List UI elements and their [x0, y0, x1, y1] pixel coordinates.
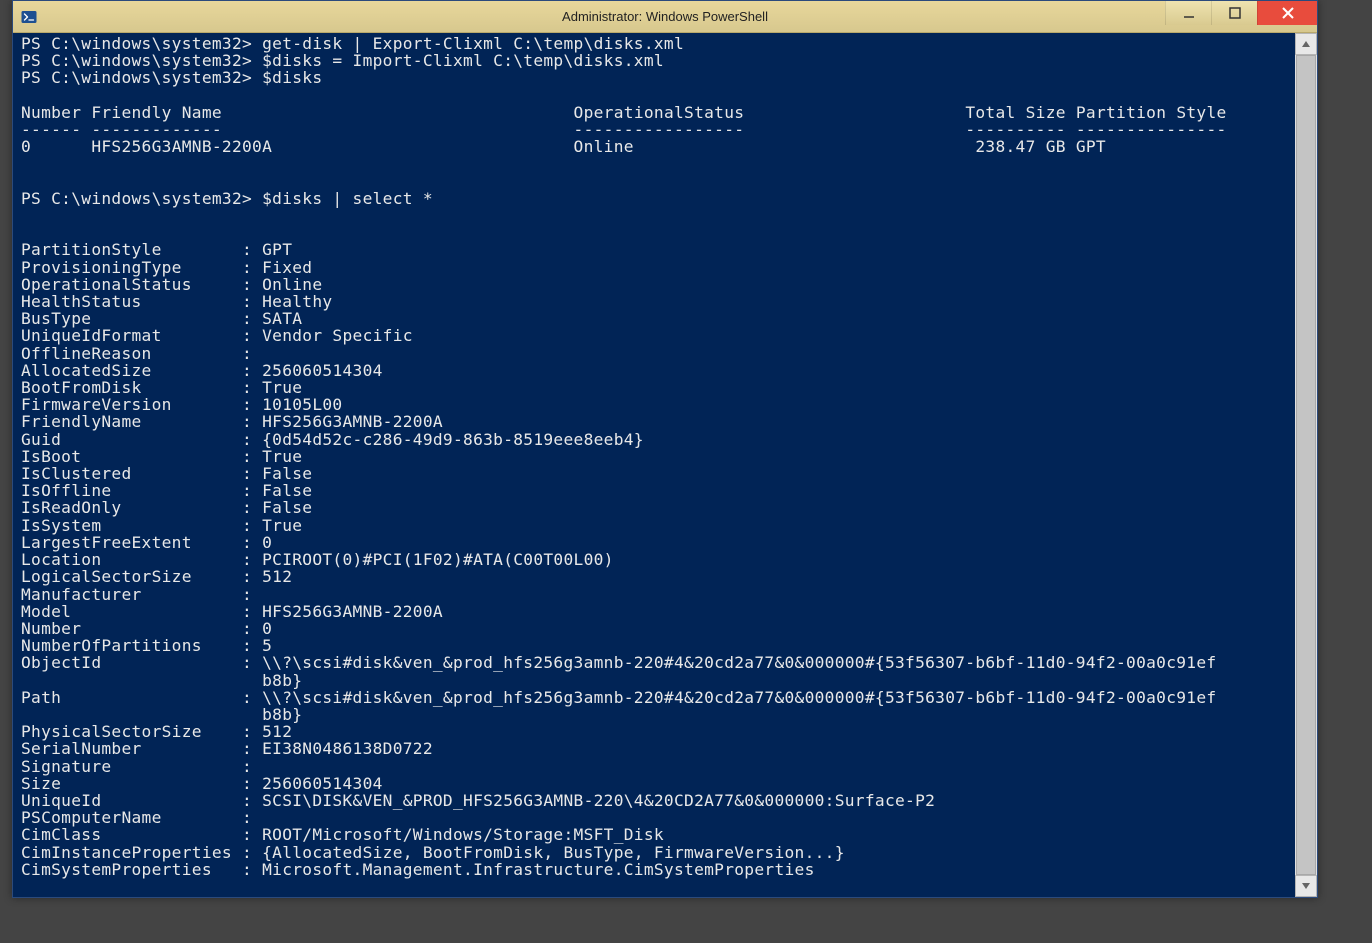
- property-line: NumberOfPartitions : 5: [21, 636, 272, 655]
- property-line: Number : 0: [21, 619, 272, 638]
- property-line: Path : \\?\scsi#disk&ven_&prod_hfs256g3a…: [21, 688, 1216, 707]
- property-line: PartitionStyle : GPT: [21, 240, 292, 259]
- scrollbar-track[interactable]: [1295, 55, 1317, 875]
- property-line: IsClustered : False: [21, 464, 312, 483]
- property-line: Size : 256060514304: [21, 774, 383, 793]
- property-line-continuation: b8b}: [21, 671, 302, 690]
- property-line: ProvisioningType : Fixed: [21, 258, 312, 277]
- property-line: Signature :: [21, 757, 252, 776]
- property-line: OperationalStatus : Online: [21, 275, 322, 294]
- table-row: 0 HFS256G3AMNB-2200A Online 238.47 GB GP…: [21, 137, 1106, 156]
- scroll-down-button[interactable]: [1295, 875, 1317, 897]
- window-controls: [1165, 1, 1317, 32]
- scroll-up-button[interactable]: [1295, 33, 1317, 55]
- property-line: Location : PCIROOT(0)#PCI(1F02)#ATA(C00T…: [21, 550, 614, 569]
- property-line: LargestFreeExtent : 0: [21, 533, 272, 552]
- property-line: FriendlyName : HFS256G3AMNB-2200A: [21, 412, 443, 431]
- prompt-line: PS C:\windows\system32> $disks = Import-…: [21, 51, 664, 70]
- property-line: Model : HFS256G3AMNB-2200A: [21, 602, 443, 621]
- property-line: PSComputerName :: [21, 808, 252, 827]
- minimize-button[interactable]: [1165, 1, 1211, 25]
- property-line: IsOffline : False: [21, 481, 312, 500]
- property-line: CimClass : ROOT/Microsoft/Windows/Storag…: [21, 825, 664, 844]
- property-line: AllocatedSize : 256060514304: [21, 361, 383, 380]
- vertical-scrollbar[interactable]: [1295, 33, 1317, 897]
- property-line: UniqueId : SCSI\DISK&VEN_&PROD_HFS256G3A…: [21, 791, 935, 810]
- prompt-line: PS C:\windows\system32> $disks: [21, 68, 322, 87]
- property-line: LogicalSectorSize : 512: [21, 567, 292, 586]
- property-line: Guid : {0d54d52c-c286-49d9-863b-8519eee8…: [21, 430, 644, 449]
- console-area: PS C:\windows\system32> get-disk | Expor…: [13, 33, 1317, 897]
- maximize-button[interactable]: [1211, 1, 1257, 25]
- property-line: SerialNumber : EI38N0486138D0722: [21, 739, 433, 758]
- property-line-continuation: b8b}: [21, 705, 302, 724]
- property-line: CimSystemProperties : Microsoft.Manageme…: [21, 860, 815, 879]
- powershell-window: Administrator: Windows PowerShell PS C:\…: [12, 0, 1318, 898]
- property-line: ObjectId : \\?\scsi#disk&ven_&prod_hfs25…: [21, 653, 1216, 672]
- property-line: HealthStatus : Healthy: [21, 292, 332, 311]
- console-output[interactable]: PS C:\windows\system32> get-disk | Expor…: [13, 33, 1295, 897]
- powershell-icon: [13, 1, 45, 33]
- prompt-line: PS C:\windows\system32> $disks | select …: [21, 189, 433, 208]
- titlebar[interactable]: Administrator: Windows PowerShell: [13, 1, 1317, 33]
- close-button[interactable]: [1257, 1, 1317, 25]
- property-line: IsReadOnly : False: [21, 498, 312, 517]
- table-dashes: ------ ------------- ----------------- -…: [21, 120, 1227, 139]
- property-line: Manufacturer :: [21, 585, 252, 604]
- property-line: IsSystem : True: [21, 516, 302, 535]
- property-line: BootFromDisk : True: [21, 378, 302, 397]
- property-line: CimInstanceProperties : {AllocatedSize, …: [21, 843, 845, 862]
- property-line: BusType : SATA: [21, 309, 302, 328]
- table-header: Number Friendly Name OperationalStatus T…: [21, 103, 1227, 122]
- scrollbar-thumb[interactable]: [1296, 55, 1316, 875]
- prompt-line: PS C:\windows\system32> get-disk | Expor…: [21, 34, 684, 53]
- property-line: UniqueIdFormat : Vendor Specific: [21, 326, 413, 345]
- property-line: OfflineReason :: [21, 344, 252, 363]
- property-line: FirmwareVersion : 10105L00: [21, 395, 342, 414]
- property-line: PhysicalSectorSize : 512: [21, 722, 292, 741]
- window-title: Administrator: Windows PowerShell: [562, 9, 768, 24]
- property-line: IsBoot : True: [21, 447, 302, 466]
